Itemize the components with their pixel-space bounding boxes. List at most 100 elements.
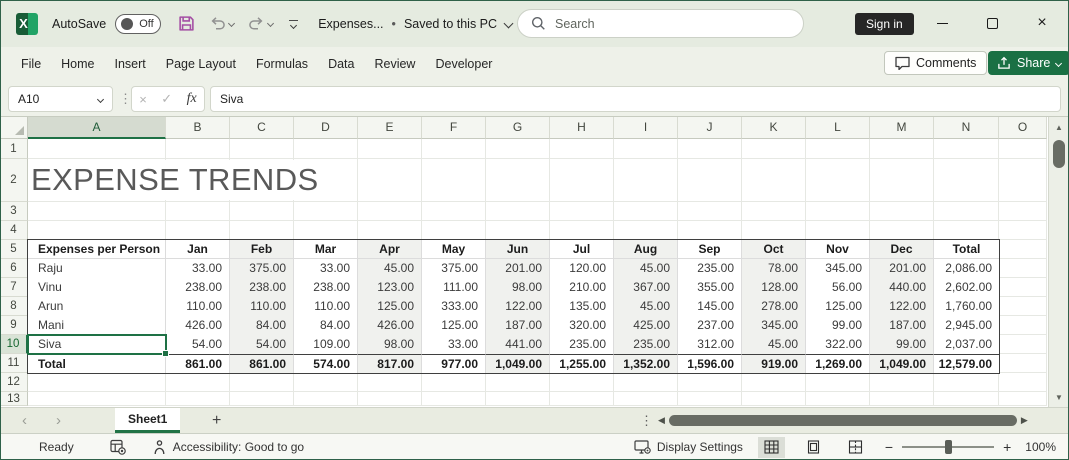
column-header-E[interactable]: E — [358, 117, 422, 139]
worksheet-title-cell[interactable]: EXPENSE TRENDS — [31, 160, 329, 200]
zoom-level[interactable]: 100% — [1025, 440, 1056, 454]
scroll-down-icon[interactable]: ▼ — [1049, 393, 1069, 402]
zoom-slider[interactable] — [902, 440, 995, 454]
expense-value-cell[interactable]: 322.00 — [806, 335, 870, 354]
table-header-cell[interactable]: Jan — [166, 240, 230, 259]
table-header-cell[interactable]: Dec — [870, 240, 934, 259]
row-header-2[interactable]: 2 — [0, 159, 28, 202]
sheet-tab-sheet1[interactable]: Sheet1 — [115, 408, 181, 433]
column-header-B[interactable]: B — [166, 117, 230, 139]
column-header-L[interactable]: L — [806, 117, 870, 139]
ribbon-tab-data[interactable]: Data — [328, 57, 354, 71]
ribbon-tab-insert[interactable]: Insert — [115, 57, 146, 71]
document-title[interactable]: Expenses... • Saved to this PC — [318, 17, 514, 31]
next-sheet-icon[interactable]: › — [56, 408, 61, 433]
expense-value-cell[interactable]: 187.00 — [486, 316, 550, 335]
expense-value-cell[interactable]: 312.00 — [678, 335, 742, 354]
expense-value-cell[interactable]: 426.00 — [358, 316, 422, 335]
person-name-cell[interactable]: Siva — [28, 335, 166, 354]
total-value-cell[interactable]: 1,255.00 — [550, 354, 614, 373]
expense-value-cell[interactable]: 425.00 — [614, 316, 678, 335]
expense-value-cell[interactable]: 2,086.00 — [934, 259, 999, 278]
column-header-H[interactable]: H — [550, 117, 614, 139]
total-value-cell[interactable]: 861.00 — [230, 354, 294, 373]
normal-view-button[interactable] — [757, 436, 785, 458]
scroll-right-icon[interactable]: ▶ — [1021, 415, 1028, 426]
total-value-cell[interactable]: 1,352.00 — [614, 354, 678, 373]
expense-value-cell[interactable]: 99.00 — [806, 316, 870, 335]
total-value-cell[interactable]: 574.00 — [294, 354, 358, 373]
ribbon-tab-page-layout[interactable]: Page Layout — [166, 57, 236, 71]
expense-value-cell[interactable]: 128.00 — [742, 278, 806, 297]
column-header-O[interactable]: O — [999, 117, 1047, 139]
table-header-cell[interactable]: Total — [934, 240, 999, 259]
row-header-6[interactable]: 6 — [0, 259, 28, 278]
expense-value-cell[interactable]: 33.00 — [166, 259, 230, 278]
row-header-1[interactable]: 1 — [0, 139, 28, 159]
table-header-cell[interactable]: Oct — [742, 240, 806, 259]
expense-value-cell[interactable]: 84.00 — [294, 316, 358, 335]
scroll-up-icon[interactable]: ▲ — [1049, 123, 1069, 132]
sheet-bar-menu-icon[interactable]: ⋮ — [640, 408, 653, 433]
insert-function-icon[interactable]: fx — [187, 91, 197, 107]
expense-value-cell[interactable]: 440.00 — [870, 278, 934, 297]
expense-value-cell[interactable]: 109.00 — [294, 335, 358, 354]
expense-value-cell[interactable]: 99.00 — [870, 335, 934, 354]
column-header-F[interactable]: F — [422, 117, 486, 139]
expense-value-cell[interactable]: 201.00 — [486, 259, 550, 278]
zoom-in-button[interactable]: + — [1003, 439, 1011, 455]
total-value-cell[interactable]: 919.00 — [742, 354, 806, 373]
row-header-4[interactable]: 4 — [0, 221, 28, 240]
expense-value-cell[interactable]: 238.00 — [166, 278, 230, 297]
zoom-out-button[interactable]: − — [885, 439, 893, 455]
formula-input[interactable]: Siva — [210, 86, 1061, 112]
accessibility-checker-button[interactable] — [153, 439, 166, 455]
ribbon-tab-home[interactable]: Home — [61, 57, 94, 71]
total-value-cell[interactable]: 12,579.00 — [934, 354, 999, 373]
expense-value-cell[interactable]: 375.00 — [422, 259, 486, 278]
accessibility-status[interactable]: Accessibility: Good to go — [173, 440, 304, 454]
column-header-J[interactable]: J — [678, 117, 742, 139]
expense-value-cell[interactable]: 238.00 — [230, 278, 294, 297]
expense-value-cell[interactable]: 122.00 — [486, 297, 550, 316]
expense-value-cell[interactable]: 345.00 — [806, 259, 870, 278]
expense-value-cell[interactable]: 45.00 — [742, 335, 806, 354]
page-layout-view-button[interactable] — [800, 437, 827, 458]
total-value-cell[interactable]: 977.00 — [422, 354, 486, 373]
table-header-cell[interactable]: Aug — [614, 240, 678, 259]
person-name-cell[interactable]: Mani — [28, 316, 166, 335]
expense-value-cell[interactable]: 125.00 — [358, 297, 422, 316]
vertical-scrollbar[interactable]: ▲ ▼ — [1048, 117, 1069, 407]
close-button[interactable]: × — [1017, 0, 1067, 46]
expense-value-cell[interactable]: 110.00 — [166, 297, 230, 316]
page-break-preview-button[interactable] — [842, 437, 869, 458]
table-header-cell[interactable]: Mar — [294, 240, 358, 259]
expense-value-cell[interactable]: 426.00 — [166, 316, 230, 335]
excel-app-icon[interactable]: X — [16, 12, 38, 35]
expense-value-cell[interactable]: 2,602.00 — [934, 278, 999, 297]
expense-value-cell[interactable]: 123.00 — [358, 278, 422, 297]
confirm-entry-icon[interactable]: ✓ — [161, 91, 172, 107]
expense-value-cell[interactable]: 54.00 — [230, 335, 294, 354]
ribbon-tab-developer[interactable]: Developer — [435, 57, 492, 71]
table-header-cell[interactable]: Expenses per Person — [28, 240, 166, 259]
save-button[interactable] — [178, 15, 195, 32]
comments-button[interactable]: Comments — [884, 51, 988, 75]
expense-value-cell[interactable]: 201.00 — [870, 259, 934, 278]
zoom-slider-thumb[interactable] — [945, 440, 953, 454]
expense-value-cell[interactable]: 78.00 — [742, 259, 806, 278]
expense-value-cell[interactable]: 345.00 — [742, 316, 806, 335]
ribbon-tab-file[interactable]: File — [21, 57, 41, 71]
person-name-cell[interactable]: Arun — [28, 297, 166, 316]
expense-value-cell[interactable]: 367.00 — [614, 278, 678, 297]
expense-value-cell[interactable]: 235.00 — [678, 259, 742, 278]
row-header-5[interactable]: 5 — [0, 240, 28, 259]
expense-value-cell[interactable]: 333.00 — [422, 297, 486, 316]
column-header-A[interactable]: A — [28, 117, 166, 139]
expense-value-cell[interactable]: 278.00 — [742, 297, 806, 316]
expense-value-cell[interactable]: 33.00 — [422, 335, 486, 354]
total-label-cell[interactable]: Total — [28, 354, 166, 373]
total-value-cell[interactable]: 1,049.00 — [870, 354, 934, 373]
table-header-cell[interactable]: Feb — [230, 240, 294, 259]
horizontal-scroll-thumb[interactable] — [668, 415, 1017, 426]
